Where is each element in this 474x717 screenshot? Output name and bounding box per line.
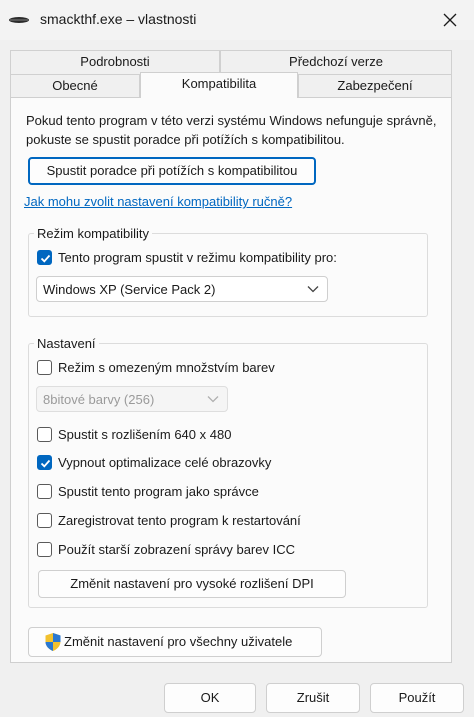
compat-mode-checkbox[interactable]: Tento program spustit v režimu kompatibi… [37, 248, 337, 266]
resolution-640-label: Spustit s rozlišením 640 x 480 [58, 426, 232, 442]
compat-mode-group [28, 233, 428, 317]
settings-label: Nastavení [34, 336, 99, 351]
color-depth-value: 8bitové barvy (256) [43, 391, 155, 407]
checkbox-unchecked-icon [37, 483, 52, 499]
tab-podrobnosti[interactable]: Podrobnosti [10, 50, 220, 74]
intro-text: Pokud tento program v této verzi systému… [26, 113, 437, 147]
compat-mode-checkbox-label: Tento program spustit v režimu kompatibi… [58, 249, 337, 265]
tab-obecne[interactable]: Obecné [10, 74, 140, 98]
tab-zabezpeceni[interactable]: Zabezpečení [298, 74, 452, 98]
tab-predchozi-verze[interactable]: Předchozí verze [220, 50, 452, 74]
checkbox-unchecked-icon [37, 426, 52, 442]
color-depth-select[interactable]: 8bitové barvy (256) [36, 386, 228, 412]
title-bar: smackthf.exe – vlastnosti [0, 0, 474, 40]
troubleshooter-button[interactable]: Spustit poradce při potížích s kompatibi… [28, 157, 316, 185]
os-version-value: Windows XP (Service Pack 2) [43, 281, 216, 297]
disable-fullscreen-opt-label: Vypnout optimalizace celé obrazovky [58, 454, 272, 470]
application-icon [9, 17, 29, 23]
tab-kompatibilita[interactable]: Kompatibilita [140, 72, 298, 98]
reduced-color-checkbox[interactable]: Režim s omezeným množstvím barev [37, 358, 275, 376]
high-dpi-settings-button[interactable]: Změnit nastavení pro vysoké rozlišení DP… [38, 570, 346, 598]
cancel-button[interactable]: Zrušit [266, 683, 360, 713]
chevron-down-icon [307, 286, 319, 293]
tab-strip: Podrobnosti Předchozí verze Obecné Kompa… [0, 46, 474, 100]
apply-button[interactable]: Použít [370, 683, 464, 713]
checkbox-unchecked-icon [37, 359, 52, 375]
register-restart-checkbox[interactable]: Zaregistrovat tento program k restartová… [37, 511, 301, 529]
all-users-button-label: Změnit nastavení pro všechny uživatele [64, 634, 293, 649]
uac-shield-icon [45, 633, 61, 651]
compat-mode-label: Režim kompatibility [34, 226, 152, 241]
checkbox-unchecked-icon [37, 512, 52, 528]
checkbox-checked-icon [37, 454, 52, 470]
legacy-icc-label: Použít starší zobrazení správy barev ICC [58, 541, 295, 557]
run-as-admin-label: Spustit tento program jako správce [58, 483, 259, 499]
disable-fullscreen-opt-checkbox[interactable]: Vypnout optimalizace celé obrazovky [37, 453, 271, 471]
checkbox-checked-icon [37, 249, 52, 265]
resolution-640-checkbox[interactable]: Spustit s rozlišením 640 x 480 [37, 425, 231, 443]
os-version-select[interactable]: Windows XP (Service Pack 2) [36, 276, 328, 302]
checkbox-unchecked-icon [37, 541, 52, 557]
reduced-color-label: Režim s omezeným množstvím barev [58, 359, 275, 375]
window-title: smackthf.exe – vlastnosti [40, 11, 197, 27]
chevron-down-icon [207, 396, 219, 403]
settings-group [28, 343, 428, 608]
ok-button[interactable]: OK [164, 683, 256, 713]
register-restart-label: Zaregistrovat tento program k restartová… [58, 512, 301, 528]
close-button[interactable] [428, 0, 474, 40]
close-icon [443, 13, 457, 27]
legacy-icc-checkbox[interactable]: Použít starší zobrazení správy barev ICC [37, 540, 295, 558]
manual-settings-link[interactable]: Jak mohu zvolit nastavení kompatibility … [24, 194, 292, 209]
run-as-admin-checkbox[interactable]: Spustit tento program jako správce [37, 482, 259, 500]
